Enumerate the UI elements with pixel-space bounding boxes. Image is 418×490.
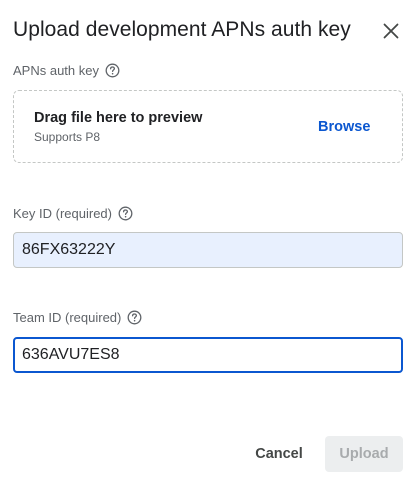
browse-button[interactable]: Browse [318, 119, 370, 135]
auth-key-label: APNs auth key [13, 63, 99, 78]
dropzone-sub-text: Supports P8 [34, 130, 101, 144]
auth-key-label-row: APNs auth key [13, 63, 120, 78]
help-circle-icon[interactable] [118, 206, 133, 221]
team-id-label: Team ID (required) [13, 310, 122, 325]
help-circle-icon[interactable] [105, 63, 120, 78]
help-circle-icon[interactable] [127, 310, 142, 325]
close-button[interactable] [378, 18, 404, 44]
close-icon[interactable] [383, 23, 399, 39]
upload-apns-dialog: Upload development APNs auth key APNs au… [0, 0, 418, 490]
file-dropzone[interactable]: Drag file here to preview Supports P8 Br… [13, 90, 403, 163]
dialog-title: Upload development APNs auth key [13, 18, 351, 41]
cancel-button[interactable]: Cancel [247, 436, 311, 472]
dropzone-main-text: Drag file here to preview [34, 110, 203, 126]
team-id-input[interactable] [13, 337, 403, 373]
key-id-input[interactable] [13, 232, 403, 268]
team-id-label-row: Team ID (required) [13, 310, 142, 325]
key-id-label-row: Key ID (required) [13, 206, 133, 221]
key-id-label: Key ID (required) [13, 206, 112, 221]
upload-button: Upload [325, 436, 403, 472]
